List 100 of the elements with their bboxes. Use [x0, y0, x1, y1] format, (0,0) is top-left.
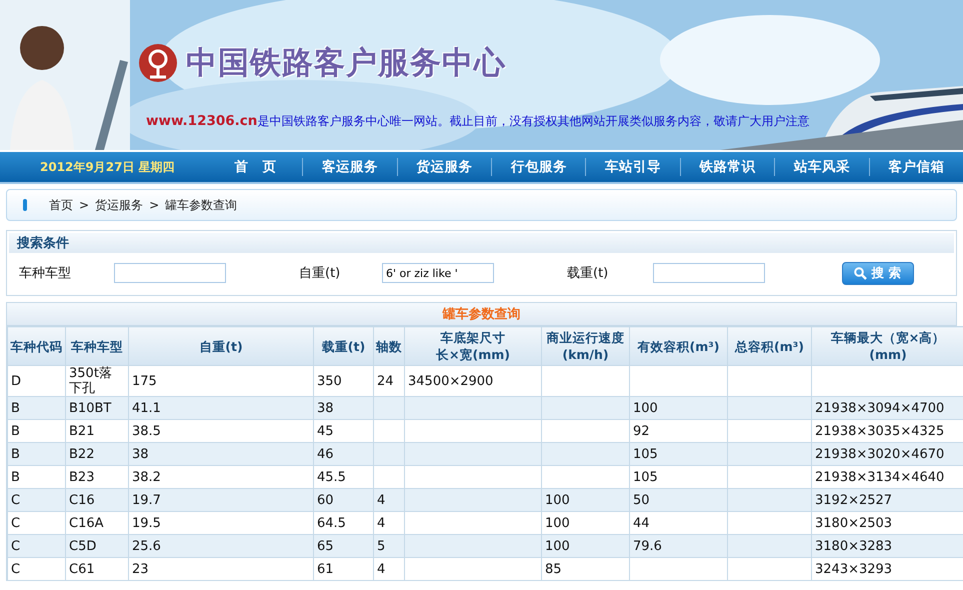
table-cell: C5D [66, 534, 128, 558]
header-label: 商业运行速度 [546, 329, 626, 346]
table-cell: B21 [66, 420, 128, 442]
table-cell: B [8, 442, 66, 466]
table-cell: 21938×3094×4700 [812, 396, 963, 420]
table-cell: 64.5 [314, 512, 374, 534]
table-cell: 38 [128, 442, 314, 466]
breadcrumb-separator: > [149, 198, 160, 212]
breadcrumb-link[interactable]: 罐车参数查询 [165, 196, 238, 214]
column-header: 轴数 [374, 326, 404, 366]
table-cell: C [8, 534, 66, 558]
notice-text: 是中国铁路客户服务中心唯一网站。截止目前，没有授权其他网站开展类似服务内容，敬请广大用户注意 [257, 113, 810, 129]
table-cell: B [8, 396, 66, 420]
nav-link[interactable]: 站车风采 [774, 158, 869, 176]
table-cell: 5 [374, 534, 404, 558]
nav-link[interactable]: 客运服务 [302, 158, 397, 176]
table-cell: 65 [314, 534, 374, 558]
input-field[interactable] [653, 263, 765, 283]
breadcrumb-link[interactable]: 货运服务 [95, 196, 144, 214]
table-cell: 38.2 [128, 466, 314, 488]
field-label: 自重(t) [299, 265, 342, 282]
site-title: 中国铁路客户服务中心 [186, 44, 506, 83]
table-cell: 25.6 [128, 534, 314, 558]
field-label: 载重(t) [567, 265, 610, 282]
marker-icon [23, 199, 27, 211]
table-cell: 61 [314, 558, 374, 580]
table-cell: 44 [630, 512, 728, 534]
input-field[interactable] [114, 263, 226, 283]
table-cell: 19.5 [128, 512, 314, 534]
table-cell: 3180×2503 [812, 512, 963, 534]
column-header: 自重(t) [128, 326, 314, 366]
site-url: www.12306.cn [146, 113, 258, 129]
nav-link[interactable]: 货运服务 [396, 158, 492, 176]
table-cell: 100 [542, 488, 630, 512]
column-header: 车种车型 [66, 326, 128, 366]
table-cell: 3192×2527 [812, 488, 963, 512]
table-cell: 38.5 [128, 420, 314, 442]
panel-heading: 搜索条件 [9, 233, 954, 253]
table-cell: 175 [128, 366, 314, 396]
table-cell: 4 [374, 512, 404, 534]
table-cell: 21938×3020×4670 [812, 442, 963, 466]
search-button[interactable]: 搜 索 [842, 262, 914, 284]
table-cell: C [8, 488, 66, 512]
input-field[interactable]: 6' or ziz like ' [382, 263, 494, 283]
table-cell: 60 [314, 488, 374, 512]
nav-link[interactable]: 行包服务 [491, 158, 586, 176]
nav-link[interactable]: 铁路常识 [680, 158, 774, 176]
table-cell: B [8, 420, 66, 442]
table-cell: C [8, 512, 66, 534]
table-cell: 79.6 [630, 534, 728, 558]
search-icon [854, 266, 868, 280]
table-cell: C [8, 558, 66, 580]
nav-link[interactable]: 客户信箱 [868, 158, 963, 176]
table-cell: 21938×3134×4640 [812, 466, 963, 488]
column-header: 总容积(m³) [728, 326, 812, 366]
table-cell: 92 [630, 420, 728, 442]
table-cell: 45.5 [314, 466, 374, 488]
table-cell: B [8, 466, 66, 488]
nav-link[interactable]: 首 页 [208, 158, 302, 176]
breadcrumb-link[interactable]: 首页 [49, 196, 73, 214]
table-cell: 350 [314, 366, 374, 396]
date-text: 2012年9月27日 星期四 [39, 158, 176, 176]
table-cell: 3180×3283 [812, 534, 963, 558]
table-cell: B22 [66, 442, 128, 466]
table-cell: 105 [630, 442, 728, 466]
table-cell: 41.1 [128, 396, 314, 420]
header-unit: (mm) [868, 346, 908, 363]
table-cell: B23 [66, 466, 128, 488]
table-cell: 100 [542, 512, 630, 534]
field-label: 车种车型 [18, 265, 72, 282]
table-cell: 34500×2900 [404, 366, 542, 396]
table-cell: B10BT [66, 396, 128, 420]
table-cell: 4 [374, 558, 404, 580]
table-cell: C16 [66, 488, 128, 512]
column-header: 载重(t) [314, 326, 374, 366]
table-cell: 3243×3293 [812, 558, 963, 580]
table-cell: 350t落下孔 [66, 366, 128, 396]
table-cell: D [8, 366, 66, 396]
table-cell: 50 [630, 488, 728, 512]
header-label: 车底架尺寸 [440, 329, 506, 346]
table-cell: C61 [66, 558, 128, 580]
header-unit: 长×宽(mm) [435, 346, 511, 363]
table-cell: 100 [542, 534, 630, 558]
railway-logo-icon [138, 43, 178, 83]
table-cell: 4 [374, 488, 404, 512]
table-cell: 46 [314, 442, 374, 466]
column-header: 车种代码 [8, 326, 66, 366]
table-cell: 85 [542, 558, 630, 580]
breadcrumb-separator: > [79, 198, 90, 212]
nav-link[interactable]: 车站引导 [585, 158, 680, 176]
table-cell: 105 [630, 466, 728, 488]
table-cell: 24 [374, 366, 404, 396]
table-cell: C16A [66, 512, 128, 534]
table-cell: 21938×3035×4325 [812, 420, 963, 442]
table-cell: 100 [630, 396, 728, 420]
column-header: 有效容积(m³) [630, 326, 728, 366]
table-cell: 45 [314, 420, 374, 442]
table-cell: 19.7 [128, 488, 314, 512]
table-title: 罐车参数查询 [7, 303, 956, 326]
header-label: 车辆最大（宽×高） [830, 329, 946, 346]
